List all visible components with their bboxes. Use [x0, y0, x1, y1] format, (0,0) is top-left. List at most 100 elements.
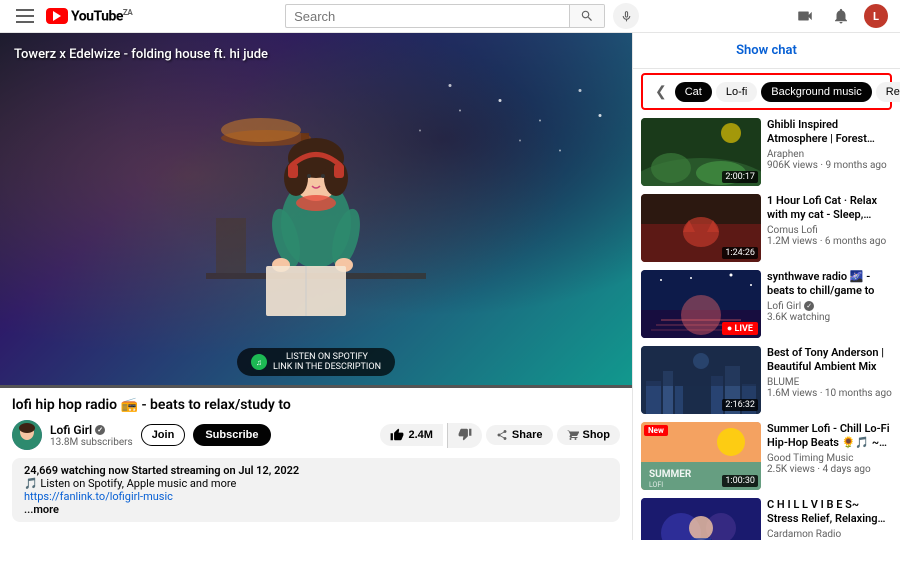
video-thumbnail — [0, 33, 632, 388]
more-button[interactable]: ...more — [24, 503, 608, 516]
list-item[interactable]: 2:00:17 Ghibli Inspired Atmosphere | For… — [641, 118, 892, 186]
duration-badge: 2:00:17 — [722, 171, 758, 183]
join-button[interactable]: Join — [141, 424, 186, 446]
item-title: Summer Lofi - Chill Lo-Fi Hip-Hop Beats … — [767, 422, 892, 451]
new-badge: New — [644, 425, 668, 436]
list-item[interactable]: 1:24:26 1 Hour Lofi Cat · Relax with my … — [641, 194, 892, 262]
thumbnail-wrap: SUMMER LOFI 1:00:30 New — [641, 422, 761, 490]
item-info: Best of Tony Anderson | Beautiful Ambien… — [767, 346, 892, 414]
like-icon — [390, 428, 404, 442]
list-item[interactable]: 2:16:32 Best of Tony Anderson | Beautifu… — [641, 346, 892, 414]
channel-name: Lofi Girl ✓ — [50, 423, 133, 437]
video-title-overlay: Towerz x Edelwize - folding house ft. hi… — [14, 47, 268, 62]
notifications-button[interactable] — [828, 3, 854, 29]
chip-cat[interactable]: Cat — [675, 82, 712, 102]
list-item[interactable]: SUMMER LOFI 1:00:30 New Summer Lofi - Ch… — [641, 422, 892, 490]
watching-now: 24,669 watching now Started streaming on… — [24, 464, 608, 477]
chips-container: ❮ Cat Lo-fi Background music Re... ❯ — [641, 73, 892, 110]
channel-left: Lofi Girl ✓ 13.8M subscribers Join Subsc… — [12, 420, 271, 450]
thumbnail-wrap: 2:00:17 — [641, 118, 761, 186]
item-title: Best of Tony Anderson | Beautiful Ambien… — [767, 346, 892, 375]
camera-icon — [796, 7, 814, 25]
item-info: synthwave radio 🌌 - beats to chill/game … — [767, 270, 892, 338]
spotify-bar: LISTEN ON SPOTIFY LINK IN THE DESCRIPTIO… — [237, 348, 395, 376]
spotify-icon — [251, 354, 267, 370]
video-area: LISTEN ON SPOTIFY LINK IN THE DESCRIPTIO… — [0, 33, 632, 540]
item-meta: 906K views · 9 months ago — [767, 160, 892, 171]
bell-icon — [832, 7, 850, 25]
thumbnail-wrap: 1:16:49 — [641, 498, 761, 540]
channel-avatar[interactable] — [12, 420, 42, 450]
video-description[interactable]: 24,669 watching now Started streaming on… — [12, 458, 620, 522]
main-content: LISTEN ON SPOTIFY LINK IN THE DESCRIPTIO… — [0, 33, 900, 540]
video-title: lofi hip hop radio 📻 - beats to relax/st… — [12, 396, 620, 414]
list-item[interactable]: 1:16:49 C H I L L V I B E S~ Stress Reli… — [641, 498, 892, 540]
svg-text:LOFI: LOFI — [649, 481, 663, 489]
search-button[interactable] — [569, 5, 604, 27]
channel-subs: 13.8M subscribers — [50, 437, 133, 448]
search-bar — [285, 4, 605, 28]
video-channel-row: Lofi Girl ✓ 13.8M subscribers Join Subsc… — [12, 420, 620, 450]
video-info: lofi hip hop radio 📻 - beats to relax/st… — [0, 388, 632, 458]
item-info: Summer Lofi - Chill Lo-Fi Hip-Hop Beats … — [767, 422, 892, 490]
item-title: 1 Hour Lofi Cat · Relax with my cat - Sl… — [767, 194, 892, 223]
like-button[interactable]: 2.4M — [380, 424, 442, 446]
shop-button[interactable]: Shop — [557, 425, 621, 445]
item-channel: Lofi Girl ✓ — [767, 301, 892, 312]
hamburger-button[interactable] — [12, 3, 38, 29]
item-title: Ghibli Inspired Atmosphere | Forest Ambi… — [767, 118, 892, 147]
chip-background-music[interactable]: Background music — [761, 82, 872, 102]
search-icon — [580, 9, 594, 23]
mic-button[interactable] — [613, 3, 639, 29]
thumbnail-wrap: 1:24:26 — [641, 194, 761, 262]
item-meta: 1.6M views · 10 months ago — [767, 388, 892, 399]
youtube-icon — [46, 8, 68, 24]
desc-line1: 🎵 Listen on Spotify, Apple music and mor… — [24, 477, 608, 490]
header-right: L — [792, 3, 888, 29]
subscribe-button[interactable]: Subscribe — [193, 424, 270, 446]
channel-info: Lofi Girl ✓ 13.8M subscribers — [50, 423, 133, 448]
search-input[interactable] — [286, 9, 569, 24]
hamburger-icon — [12, 5, 38, 27]
header-center — [132, 3, 792, 29]
spotify-text: LISTEN ON SPOTIFY LINK IN THE DESCRIPTIO… — [273, 352, 381, 372]
thumbnail — [641, 498, 761, 540]
header: YouTubeZA L — [0, 0, 900, 33]
item-channel: Good Timing Music — [767, 453, 892, 464]
item-channel: Araphen — [767, 149, 892, 160]
chips-prev-button[interactable]: ❮ — [651, 81, 671, 102]
thumbnail-wrap: 2:16:32 — [641, 346, 761, 414]
item-info: C H I L L V I B E S~ Stress Relief, Rela… — [767, 498, 892, 540]
svg-text:SUMMER: SUMMER — [649, 469, 692, 480]
action-buttons: 2.4M Share Shop — [380, 423, 620, 448]
item-title: synthwave radio 🌌 - beats to chill/game … — [767, 270, 892, 299]
thumbnail-wrap: ● LIVE — [641, 270, 761, 338]
item-channel: Comus Lofi — [767, 225, 892, 236]
avatar[interactable]: L — [864, 4, 888, 28]
item-channel: BLUME — [767, 377, 892, 388]
header-left: YouTubeZA — [12, 3, 132, 29]
fanlink[interactable]: https://fanlink.to/lofigirl-music — [24, 490, 173, 503]
thumb-art — [641, 498, 761, 540]
sidebar: Show chat ❮ Cat Lo-fi Background music R… — [632, 33, 900, 540]
chip-lofi[interactable]: Lo-fi — [716, 82, 757, 102]
dislike-button[interactable] — [447, 423, 482, 448]
youtube-wordmark: YouTubeZA — [71, 8, 132, 25]
dislike-icon — [458, 427, 472, 441]
create-button[interactable] — [792, 3, 818, 29]
shop-icon — [567, 429, 579, 441]
duration-badge: 1:24:26 — [722, 247, 758, 259]
item-meta: 1.2M views · 6 months ago — [767, 236, 892, 247]
show-chat-button[interactable]: Show chat — [633, 33, 900, 69]
item-meta: 2.5K views · 4 days ago — [767, 464, 892, 475]
duration-badge: 2:16:32 — [722, 399, 758, 411]
verified-badge: ✓ — [95, 425, 105, 435]
mic-icon — [620, 10, 633, 23]
list-item[interactable]: ● LIVE synthwave radio 🌌 - beats to chil… — [641, 270, 892, 338]
video-progress-bar[interactable] — [0, 385, 632, 388]
item-info: 1 Hour Lofi Cat · Relax with my cat - Sl… — [767, 194, 892, 262]
video-player[interactable]: LISTEN ON SPOTIFY LINK IN THE DESCRIPTIO… — [0, 33, 632, 388]
share-button[interactable]: Share — [486, 425, 553, 445]
video-list: 2:00:17 Ghibli Inspired Atmosphere | For… — [633, 114, 900, 540]
chip-re[interactable]: Re... — [876, 82, 900, 102]
